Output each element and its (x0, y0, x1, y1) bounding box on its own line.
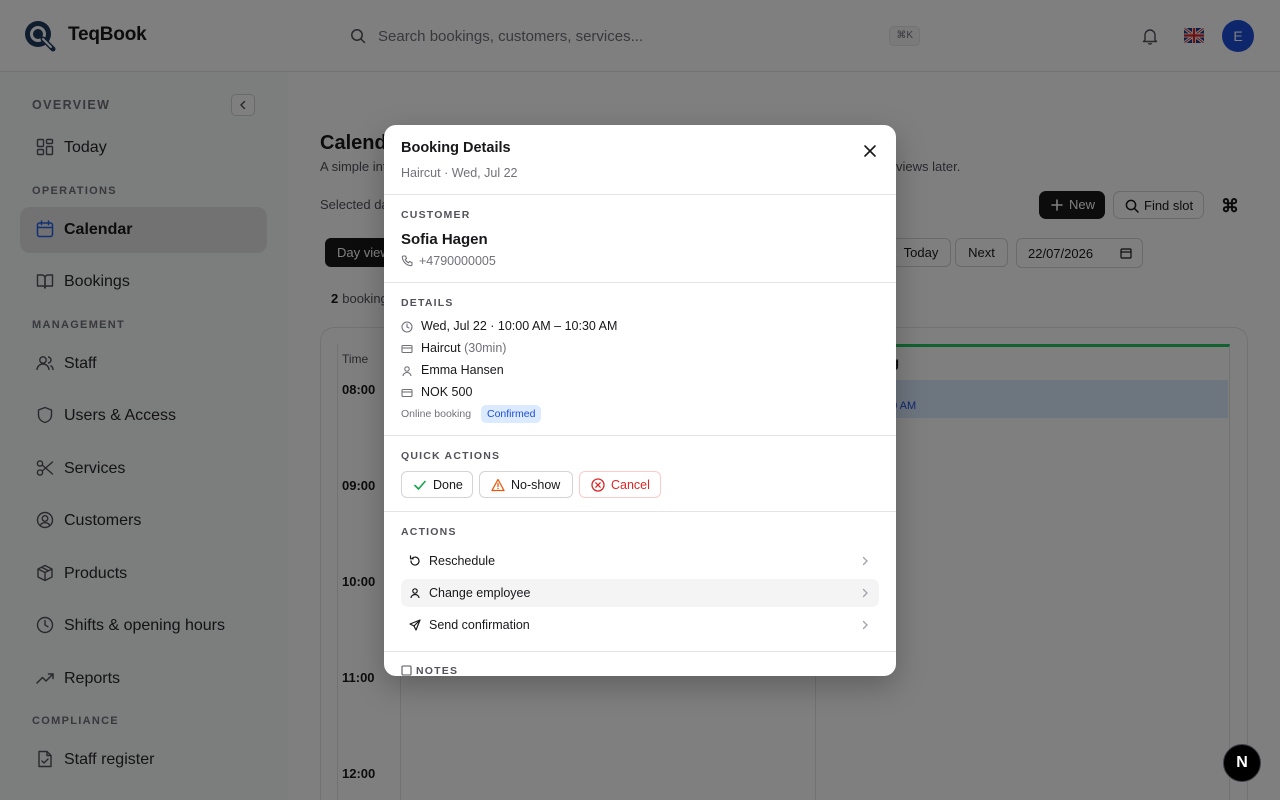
details-section-label: DETAILS (401, 297, 454, 309)
cancel-booking-button[interactable]: Cancel (579, 471, 661, 498)
send-icon (409, 619, 421, 631)
detail-duration: (30min) (464, 341, 507, 355)
customer-name: Sofia Hagen (401, 231, 488, 248)
user-icon (410, 588, 420, 599)
booking-source: Online booking (401, 408, 472, 420)
customer-phone[interactable]: +4790000005 (401, 254, 496, 268)
mark-done-button[interactable]: Done (401, 471, 473, 498)
detail-employee-value: Emma Hansen (421, 363, 504, 377)
chevron-right-icon (862, 556, 868, 566)
actions-section-label: ACTIONS (401, 526, 457, 538)
close-icon[interactable] (861, 142, 879, 160)
clock-icon (401, 321, 413, 333)
credit-card-icon (401, 388, 413, 398)
change-employee-action[interactable]: Change employee (401, 579, 879, 607)
credit-card-icon (401, 344, 413, 354)
rotate-ccw-icon (409, 555, 420, 566)
divider (384, 282, 896, 283)
notes-section-label: NOTES (401, 665, 458, 676)
dev-tools-badge[interactable]: N (1223, 744, 1261, 782)
user-icon (402, 366, 412, 377)
quick-actions-label: QUICK ACTIONS (401, 450, 501, 462)
customer-section-label: CUSTOMER (401, 209, 471, 221)
customer-phone-value: +4790000005 (419, 254, 496, 268)
divider (384, 194, 896, 195)
divider (384, 511, 896, 512)
chevron-right-icon (862, 620, 868, 630)
warning-icon (491, 478, 505, 492)
dialog-subtitle: Haircut · Wed, Jul 22 (401, 166, 518, 180)
send-confirmation-label: Send confirmation (429, 618, 530, 632)
cancel-booking-label: Cancel (611, 478, 650, 492)
reschedule-label: Reschedule (429, 554, 496, 568)
detail-price-value: NOK 500 (421, 385, 473, 399)
no-show-button[interactable]: No-show (479, 471, 573, 498)
x-circle-icon (591, 478, 605, 492)
detail-datetime-value: Wed, Jul 22 · 10:00 AM – 10:30 AM (421, 319, 618, 333)
reschedule-action[interactable]: Reschedule (401, 547, 879, 575)
change-employee-label: Change employee (429, 586, 531, 600)
dialog-title: Booking Details (401, 140, 511, 156)
divider (384, 651, 896, 652)
status-badge: Confirmed (481, 405, 542, 423)
send-confirmation-action[interactable]: Send confirmation (401, 611, 879, 639)
check-icon (414, 480, 426, 490)
mark-done-label: Done (433, 478, 463, 492)
divider (384, 435, 896, 436)
notes-label-text: NOTES (416, 665, 459, 676)
chevron-right-icon (862, 588, 868, 598)
note-icon (401, 665, 412, 676)
booking-details-dialog: Booking Details Haircut · Wed, Jul 22 CU… (384, 125, 896, 676)
no-show-label: No-show (511, 478, 561, 492)
phone-icon (401, 255, 413, 267)
detail-service-value: Haircut (421, 341, 461, 355)
